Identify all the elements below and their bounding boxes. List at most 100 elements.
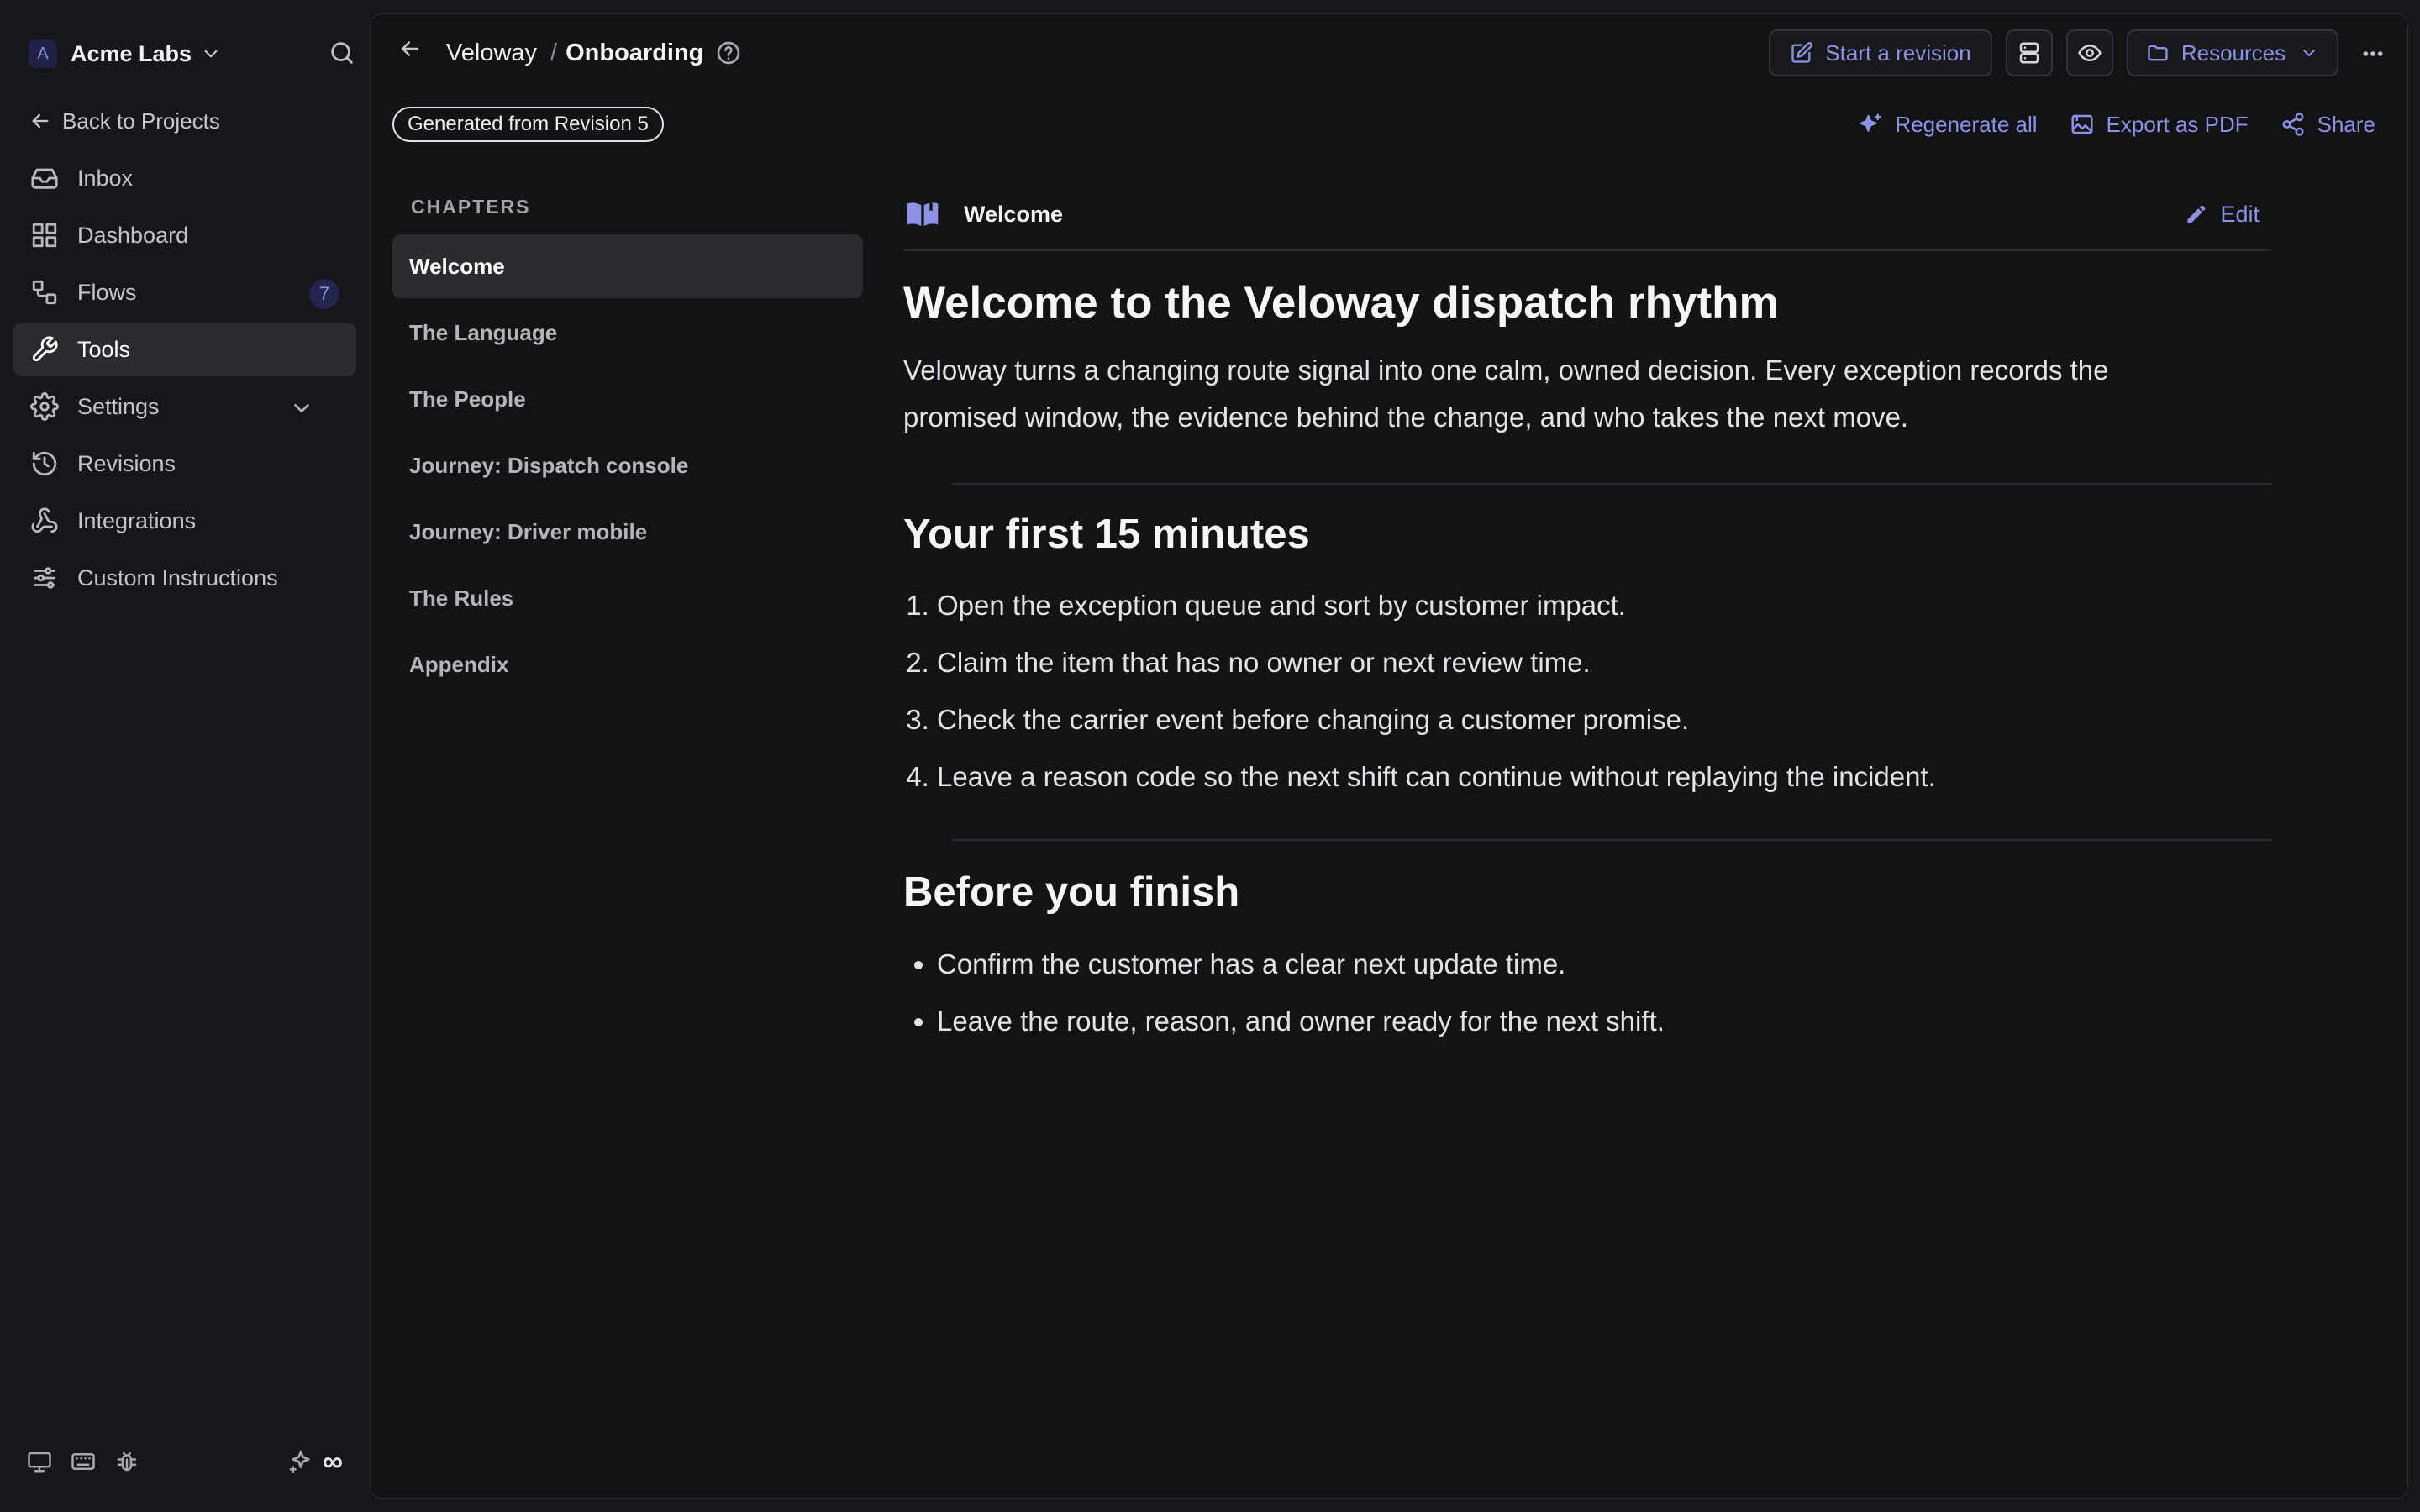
help-circle-icon[interactable] bbox=[715, 39, 742, 66]
sidebar-item-dashboard[interactable]: Dashboard bbox=[13, 208, 356, 262]
breadcrumb: Veloway / Onboarding bbox=[446, 34, 742, 71]
sidebar-item-label: Integrations bbox=[77, 507, 197, 533]
sidebar-item-integrations[interactable]: Integrations bbox=[13, 494, 356, 548]
list-item: Confirm the customer has a clear next up… bbox=[937, 936, 2271, 993]
chapter-item-journey-dispatch-console[interactable]: Journey: Dispatch console bbox=[392, 433, 863, 497]
sparkles-icon[interactable] bbox=[287, 1448, 314, 1475]
chapter-item-welcome[interactable]: Welcome bbox=[392, 234, 863, 298]
top-bar: Veloway / Onboarding Start a revision Re… bbox=[371, 14, 2407, 92]
arrow-left-icon[interactable] bbox=[397, 36, 423, 61]
resources-dropdown[interactable]: Resources bbox=[2127, 29, 2338, 76]
back-to-projects-label: Back to Projects bbox=[62, 108, 220, 134]
back-to-projects-link[interactable]: Back to Projects bbox=[29, 104, 220, 138]
sidebar-item-label: Inbox bbox=[77, 165, 134, 191]
resources-label: Resources bbox=[2181, 39, 2286, 66]
list-item: Open the exception queue and sort by cus… bbox=[937, 577, 2271, 634]
chapter-item-appendix[interactable]: Appendix bbox=[392, 633, 863, 696]
sidebar-item-flows[interactable]: Flows 7 bbox=[13, 265, 356, 319]
main-panel: Veloway / Onboarding Start a revision Re… bbox=[370, 13, 2408, 1499]
list-item: Claim the item that has no owner or next… bbox=[937, 634, 2271, 691]
list-item: Check the carrier event before changing … bbox=[937, 691, 2271, 748]
preview-button[interactable] bbox=[2066, 29, 2113, 76]
webhook-icon bbox=[30, 507, 59, 535]
chevron-down-icon[interactable] bbox=[287, 394, 316, 423]
more-horizontal-icon[interactable] bbox=[2359, 41, 2387, 66]
flows-count-badge: 7 bbox=[309, 279, 339, 309]
list-item: Leave the route, reason, and owner ready… bbox=[937, 993, 2271, 1050]
wrench-icon bbox=[30, 335, 59, 364]
search-icon[interactable] bbox=[328, 39, 356, 67]
start-revision-button[interactable]: Start a revision bbox=[1769, 29, 1992, 76]
sidebar-item-inbox[interactable]: Inbox bbox=[13, 151, 356, 205]
regenerate-all-button[interactable]: Regenerate all bbox=[1858, 111, 2038, 138]
monitor-icon[interactable] bbox=[27, 1449, 52, 1474]
inbox-icon bbox=[30, 164, 59, 192]
sidebar: A Acme Labs Back to Projects Inbox Dashb… bbox=[0, 0, 370, 1512]
flows-icon bbox=[30, 278, 59, 307]
sidebar-item-label: Tools bbox=[77, 336, 131, 362]
sidebar-item-settings[interactable]: Settings bbox=[13, 380, 356, 433]
document-header: Welcome Edit bbox=[903, 179, 2271, 251]
sparkles-icon bbox=[1858, 112, 1883, 137]
before-you-finish-bullets: Confirm the customer has a clear next up… bbox=[903, 936, 2271, 1050]
history-icon bbox=[30, 449, 59, 478]
list-item: Leave a reason code so the next shift ca… bbox=[937, 748, 2271, 806]
chapters-heading: CHAPTERS bbox=[411, 196, 531, 218]
sidebar-item-custom-instructions[interactable]: Custom Instructions bbox=[13, 551, 356, 605]
arrow-left-icon bbox=[29, 109, 52, 133]
database-icon bbox=[2017, 40, 2042, 66]
infinity-icon[interactable]: ∞ bbox=[323, 1447, 343, 1476]
document-chapter-title: Welcome bbox=[964, 201, 1064, 227]
start-revision-label: Start a revision bbox=[1825, 39, 1971, 66]
pencil-icon bbox=[2185, 202, 2208, 226]
breadcrumb-separator: / bbox=[550, 39, 558, 66]
chapter-item-the-language[interactable]: The Language bbox=[392, 301, 863, 365]
export-pdf-button[interactable]: Export as PDF bbox=[2070, 112, 2249, 138]
sidebar-footer: ∞ bbox=[27, 1446, 343, 1477]
sidebar-item-tools[interactable]: Tools bbox=[13, 323, 356, 376]
page-title: Onboarding bbox=[566, 39, 704, 66]
sidebar-item-label: Settings bbox=[77, 393, 160, 419]
chapter-item-the-rules[interactable]: The Rules bbox=[392, 566, 863, 630]
gear-icon bbox=[30, 392, 59, 421]
sidebar-item-label: Dashboard bbox=[77, 222, 189, 248]
regenerate-all-label: Regenerate all bbox=[1895, 111, 2038, 137]
share-icon bbox=[2281, 112, 2306, 137]
chapter-item-journey-driver-mobile[interactable]: Journey: Driver mobile bbox=[392, 500, 863, 564]
database-button[interactable] bbox=[2006, 29, 2053, 76]
dashboard-icon bbox=[30, 221, 59, 249]
sidebar-nav: Inbox Dashboard Flows 7 Tools Settings R… bbox=[13, 151, 356, 608]
export-pdf-label: Export as PDF bbox=[2106, 111, 2249, 137]
image-icon bbox=[2070, 112, 2095, 137]
workspace-switcher[interactable]: A Acme Labs bbox=[29, 37, 356, 71]
edit-label: Edit bbox=[2220, 201, 2260, 227]
workspace-name: Acme Labs bbox=[71, 40, 192, 66]
workspace-avatar: A bbox=[29, 39, 57, 68]
breadcrumb-project[interactable]: Veloway bbox=[446, 39, 537, 67]
bug-icon[interactable] bbox=[114, 1449, 139, 1474]
sidebar-item-label: Revisions bbox=[77, 450, 176, 476]
section-divider bbox=[952, 482, 2271, 485]
section-divider bbox=[952, 839, 2271, 842]
chapters-panel: CHAPTERS Welcome The Language The People… bbox=[392, 179, 863, 699]
edit-square-icon bbox=[1790, 41, 1813, 65]
section-heading-first-15-minutes: Your first 15 minutes bbox=[903, 511, 1310, 557]
sliders-icon bbox=[30, 564, 59, 592]
sidebar-item-revisions[interactable]: Revisions bbox=[13, 437, 356, 491]
sidebar-item-label: Custom Instructions bbox=[77, 564, 278, 591]
keyboard-icon[interactable] bbox=[71, 1449, 96, 1474]
chevron-down-icon bbox=[2299, 43, 2319, 63]
document-content: Welcome Edit Welcome to the Veloway disp… bbox=[903, 179, 2271, 1050]
sidebar-item-label: Flows bbox=[77, 279, 137, 305]
eye-icon bbox=[2077, 40, 2102, 66]
revision-source-badge: Generated from Revision 5 bbox=[392, 107, 664, 142]
edit-button[interactable]: Edit bbox=[2185, 202, 2260, 228]
book-open-icon bbox=[903, 197, 942, 231]
folder-icon bbox=[2146, 41, 2170, 65]
document-actions: Regenerate all Export as PDF Share bbox=[1826, 107, 2375, 142]
chapter-item-the-people[interactable]: The People bbox=[392, 367, 863, 431]
chevron-down-icon bbox=[200, 43, 222, 65]
share-button[interactable]: Share bbox=[2281, 112, 2375, 138]
section-heading-before-you-finish: Before you finish bbox=[903, 869, 1240, 916]
document-intro: Veloway turns a changing route signal in… bbox=[903, 354, 2109, 433]
